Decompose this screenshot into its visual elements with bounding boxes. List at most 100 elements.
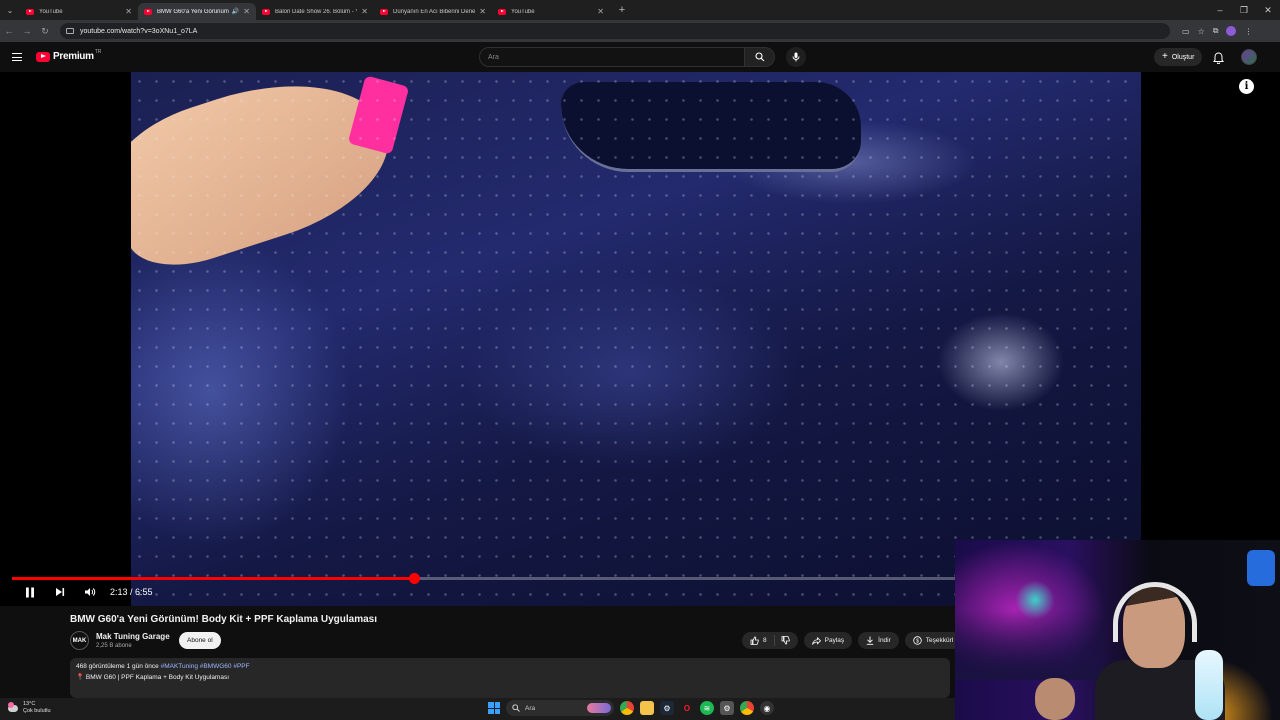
search-input[interactable] xyxy=(479,47,745,67)
tab-close-icon[interactable]: ✕ xyxy=(479,7,486,16)
time-display: 2:13 / 6:55 xyxy=(110,587,153,597)
search-button[interactable] xyxy=(745,47,775,67)
thanks-button[interactable]: $ Teşekkürl xyxy=(904,632,962,649)
tab-close-icon[interactable]: ✕ xyxy=(597,7,604,16)
upload-date: 1 gün önce xyxy=(126,663,159,670)
profile-avatar[interactable] xyxy=(1226,26,1237,36)
progress-scrubber[interactable] xyxy=(408,573,420,584)
file-explorer-icon[interactable] xyxy=(640,701,654,715)
subscriber-count: 2,25 B abone xyxy=(96,643,132,649)
opera-icon[interactable]: O xyxy=(680,701,694,715)
search-icon xyxy=(512,704,520,712)
weather-widget[interactable]: 13°C Çok bulutlu xyxy=(8,701,51,715)
menu-icon[interactable] xyxy=(12,53,22,61)
region-code: TR xyxy=(94,48,102,55)
video-player[interactable]: i 2:13 / 6:55 xyxy=(0,72,1280,606)
browser-toolbar-right: ▭ ☆ ⧉ ⋮ xyxy=(1182,26,1252,36)
bookmark-star-icon[interactable]: ☆ xyxy=(1198,27,1205,36)
new-tab-icon[interactable]: + xyxy=(614,4,630,16)
cloud-icon xyxy=(8,701,18,712)
tab-close-icon[interactable]: ✕ xyxy=(125,7,132,16)
tab-close-icon[interactable]: ✕ xyxy=(243,7,250,16)
site-info-icon[interactable] xyxy=(66,28,74,34)
screen: ⌄ YouTube✕BMW G60'a Yeni Görünüm! Body K… xyxy=(0,0,1280,720)
dislike-button[interactable] xyxy=(775,636,798,645)
player-controls: 2:13 / 6:55 xyxy=(0,582,153,602)
chrome-icon[interactable] xyxy=(740,701,754,715)
hashtags[interactable]: #MAKTuning #BMWG60 #PPF xyxy=(161,663,250,670)
url-field[interactable]: youtube.com/watch?v=3oXNu1_o7LA xyxy=(60,23,1170,39)
create-label: Oluştur xyxy=(1171,53,1195,61)
tab-label: Balon Date Show 26. Bölüm - YouTube xyxy=(275,8,358,15)
channel-avatar[interactable]: MAK xyxy=(70,631,89,650)
temperature: 13°C xyxy=(23,701,36,707)
super-thanks-icon: $ xyxy=(913,636,922,645)
browser-tab[interactable]: Balon Date Show 26. Bölüm - YouTube✕ xyxy=(256,3,374,20)
chrome-icon[interactable] xyxy=(620,701,634,715)
pause-icon xyxy=(26,587,34,597)
browser-menu-icon[interactable]: ⋮ xyxy=(1244,27,1252,36)
like-button[interactable]: 8 xyxy=(742,635,775,646)
youtube-logo[interactable]: Premium TR xyxy=(36,48,102,62)
webcam-wall-logo xyxy=(1247,550,1275,586)
browser-tab[interactable]: Dünyanın En Acı Biberini Deneme ✕ xyxy=(374,3,492,20)
extensions-icon[interactable]: ⧉ xyxy=(1213,26,1219,36)
back-icon[interactable]: ← xyxy=(0,26,18,36)
browser-tab[interactable]: YouTube ✕ xyxy=(492,3,610,20)
browser-tab[interactable]: BMW G60'a Yeni Görünüm! Body Kit + PPF🔊 ✕ xyxy=(138,3,256,20)
steam-icon[interactable]: ⚙ xyxy=(660,701,674,715)
tab-list: YouTube✕BMW G60'a Yeni Görünüm! Body Kit… xyxy=(20,0,610,20)
description-box[interactable]: 468 görüntüleme 1 gün önce #MAKTuning #B… xyxy=(70,658,950,698)
tab-label: YouTube xyxy=(39,8,63,15)
minimize-icon[interactable]: – xyxy=(1208,0,1232,20)
webcam-hand xyxy=(1035,678,1075,720)
create-button[interactable]: + Oluştur xyxy=(1154,48,1203,66)
share-button[interactable]: Paylaş xyxy=(803,632,853,649)
view-count: 468 görüntüleme xyxy=(76,663,125,670)
settings-icon[interactable]: ⚙ xyxy=(720,701,734,715)
thumbs-up-icon xyxy=(750,636,759,645)
notifications-button[interactable] xyxy=(1213,51,1224,69)
voice-search-button[interactable] xyxy=(786,47,806,67)
next-icon xyxy=(56,588,65,596)
pause-button[interactable] xyxy=(16,582,44,602)
reload-icon[interactable]: ↻ xyxy=(36,26,54,37)
channel-name[interactable]: Mak Tuning Garage xyxy=(96,632,170,641)
tab-close-icon[interactable]: ✕ xyxy=(361,7,368,16)
volume-icon xyxy=(85,588,96,596)
volume-button[interactable] xyxy=(76,582,104,602)
subscribe-button[interactable]: Abone ol xyxy=(179,632,221,649)
restore-icon[interactable]: ❐ xyxy=(1232,0,1256,20)
thumbs-down-icon xyxy=(781,636,790,645)
like-dislike-group: 8 xyxy=(742,632,798,649)
info-icon[interactable]: i xyxy=(1239,79,1254,94)
youtube-play-logo-icon xyxy=(36,51,50,62)
close-icon[interactable]: ✕ xyxy=(1256,0,1280,20)
tab-audio-icon[interactable]: 🔊 xyxy=(232,8,239,15)
download-icon xyxy=(866,636,874,645)
tab-label: Dünyanın En Acı Biberini Deneme xyxy=(393,8,476,15)
next-button[interactable] xyxy=(46,582,74,602)
weather-condition: Çok bulutlu xyxy=(23,708,51,714)
tab-search-icon[interactable]: ⌄ xyxy=(0,0,20,20)
app-icon[interactable]: ◉ xyxy=(760,701,774,715)
logo-text: Premium xyxy=(53,51,94,62)
windows-start-icon[interactable] xyxy=(488,702,500,714)
weather-text: 13°C Çok bulutlu xyxy=(23,701,51,715)
cast-icon[interactable]: ▭ xyxy=(1182,27,1190,36)
microphone-icon xyxy=(792,52,800,62)
video-frame[interactable] xyxy=(131,72,1141,606)
window-controls: – ❐ ✕ xyxy=(1208,0,1280,20)
share-label: Paylaş xyxy=(824,637,845,644)
browser-tab[interactable]: YouTube ✕ xyxy=(20,3,138,20)
spotify-icon[interactable]: ≋ xyxy=(700,701,714,715)
download-button[interactable]: İndir xyxy=(858,632,899,649)
download-label: İndir xyxy=(878,637,891,644)
account-avatar[interactable] xyxy=(1241,49,1257,65)
video-water-droplets xyxy=(131,72,1141,606)
youtube-header: Premium TR + Oluştur xyxy=(0,42,1280,72)
forward-icon[interactable]: → xyxy=(18,26,36,36)
description-text: 📍 BMW G60 | PPF Kaplama + Body Kit Uygul… xyxy=(76,674,230,681)
taskbar-search[interactable]: Ara xyxy=(506,700,614,716)
streamer-webcam xyxy=(955,540,1280,720)
